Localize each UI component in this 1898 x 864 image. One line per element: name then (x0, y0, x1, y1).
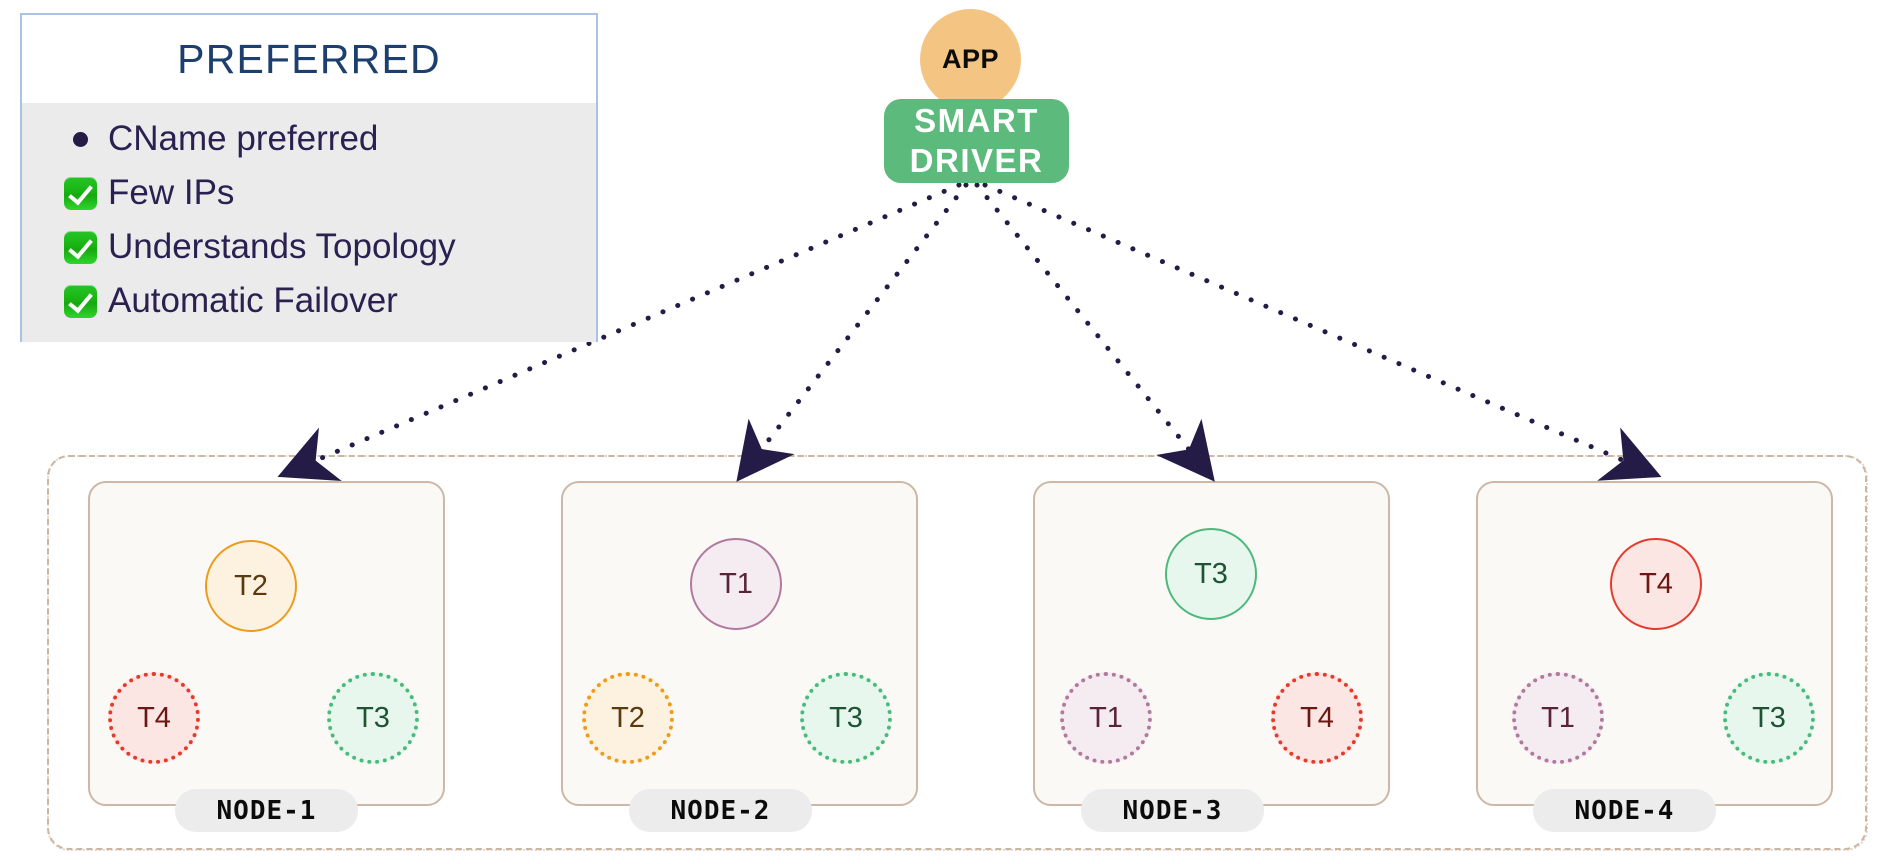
node-label-node-1: NODE-1 (175, 789, 358, 832)
token-replica-node-4-a: T1 (1512, 672, 1604, 764)
preferred-item-understands-topology: Understands Topology (22, 220, 596, 274)
token-label: T2 (234, 569, 268, 602)
green-check-icon (52, 230, 108, 264)
token-primary-node-2: T1 (690, 538, 782, 630)
token-label: T1 (1089, 701, 1123, 734)
app-node: APP (920, 9, 1021, 110)
green-check-icon (52, 176, 108, 210)
token-primary-node-1: T2 (205, 540, 297, 632)
preferred-item-cname: CName preferred (22, 112, 596, 166)
token-replica-node-3-a: T1 (1060, 672, 1152, 764)
token-label: T3 (1194, 557, 1228, 590)
node-label-node-2: NODE-2 (629, 789, 812, 832)
preferred-panel-title: PREFERRED (22, 15, 596, 103)
diagram-canvas: PREFERRED CName preferred Few IPs Unders… (0, 0, 1898, 864)
preferred-item-label: Automatic Failover (108, 281, 398, 320)
token-label: T4 (1639, 567, 1673, 600)
token-replica-node-1-a: T4 (108, 672, 200, 764)
node-label-node-4: NODE-4 (1533, 789, 1716, 832)
token-label: T4 (1300, 701, 1334, 734)
token-label: T3 (356, 701, 390, 734)
arrow-to-node-4 (982, 182, 1662, 481)
token-label: T1 (719, 567, 753, 600)
green-check-icon (52, 284, 108, 318)
preferred-item-automatic-failover: Automatic Failover (22, 274, 596, 328)
token-replica-node-1-b: T3 (327, 672, 419, 764)
preferred-item-label: Few IPs (108, 173, 235, 212)
token-replica-node-3-b: T4 (1271, 672, 1363, 764)
preferred-item-few-ips: Few IPs (22, 166, 596, 220)
preferred-panel: PREFERRED CName preferred Few IPs Unders… (20, 13, 598, 342)
smart-driver-node: SMART DRIVER (884, 99, 1069, 183)
bullet-dot-icon (52, 131, 108, 147)
smart-driver-label-line2: DRIVER (909, 142, 1044, 179)
token-replica-node-2-a: T2 (582, 672, 674, 764)
token-primary-node-4: T4 (1610, 538, 1702, 630)
token-label: T2 (611, 701, 645, 734)
preferred-panel-body: CName preferred Few IPs Understands Topo… (22, 103, 596, 342)
app-label: APP (941, 44, 1000, 74)
arrow-to-node-3 (974, 182, 1215, 482)
token-label: T4 (137, 701, 171, 734)
token-primary-node-3: T3 (1165, 528, 1257, 620)
token-label: T3 (829, 701, 863, 734)
token-label: T3 (1752, 701, 1786, 734)
token-replica-node-4-b: T3 (1723, 672, 1815, 764)
arrow-to-node-2 (736, 182, 969, 482)
smart-driver-label-line1: SMART (914, 102, 1039, 139)
node-label-node-3: NODE-3 (1081, 789, 1264, 832)
preferred-item-label: Understands Topology (108, 227, 456, 266)
token-replica-node-2-b: T3 (800, 672, 892, 764)
token-label: T1 (1541, 701, 1575, 734)
preferred-item-label: CName preferred (108, 119, 379, 158)
